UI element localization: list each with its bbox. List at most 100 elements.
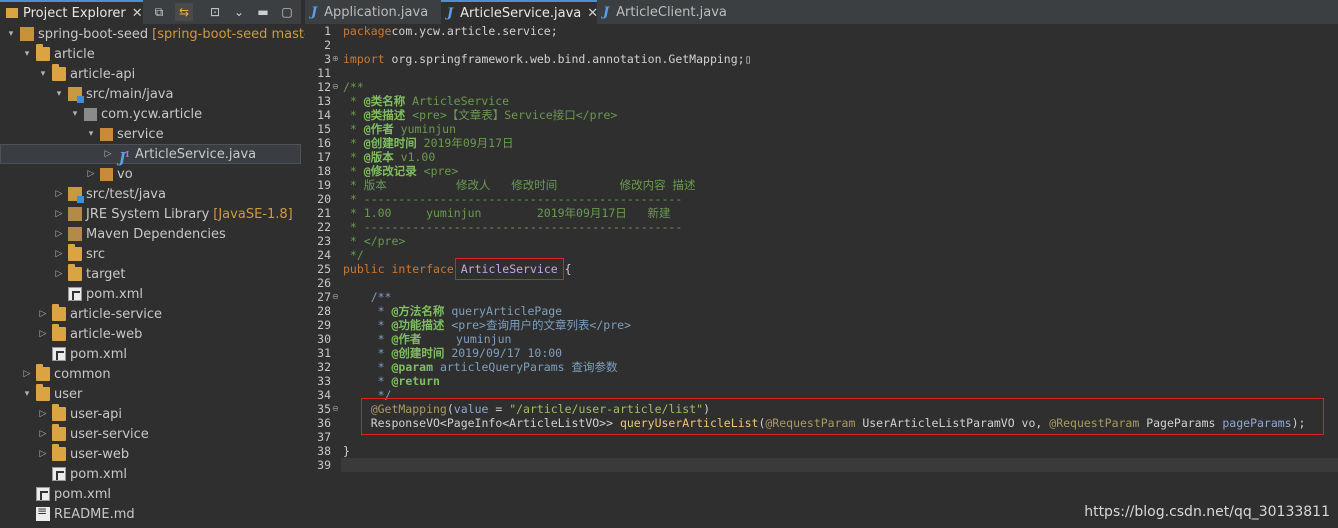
close-icon[interactable]: ✕ bbox=[132, 6, 143, 21]
folder-icon bbox=[52, 64, 66, 81]
tree-item-label: article-web bbox=[70, 326, 143, 342]
code-token: articleQueryParams 查询参数 bbox=[433, 360, 618, 374]
collapse-fold-icon[interactable]: ⊖ bbox=[332, 290, 339, 304]
code-line: * 1.00 yuminjun 2019年09月17日 新建 bbox=[343, 206, 671, 220]
line-number-ruler: 1 2 3 ⊕ 11 12 ⊖ 13 14 15 16 17 18 19 20 21 22 23 24 25 26 27 ⊖… bbox=[305, 24, 340, 528]
tree-item-label: article-api bbox=[70, 66, 136, 82]
tree-item[interactable]: ▷ src bbox=[0, 244, 301, 264]
project-explorer-tab[interactable]: Project Explorer ✕ bbox=[0, 0, 143, 24]
tree-item[interactable]: ▾ article bbox=[0, 44, 301, 64]
tree-item[interactable]: ▾ spring-boot-seed [spring-boot-seed maste… bbox=[0, 24, 323, 44]
tree-item[interactable]: ▷ Maven Dependencies bbox=[0, 224, 301, 244]
editor-tabbar: J Application.java J ArticleService.java ✕ J A… bbox=[305, 0, 1338, 24]
collapsed-arrow-icon[interactable]: ▷ bbox=[36, 329, 50, 339]
tree-item[interactable]: pom.xml bbox=[0, 484, 301, 504]
code-editor: J Application.java J ArticleService.java ✕ J A… bbox=[305, 0, 1338, 528]
tree-item[interactable]: ▷ user-web bbox=[0, 444, 301, 464]
code-line: * @版本 v1.00 bbox=[343, 150, 435, 164]
tree-item-label: JRE System Library bbox=[86, 206, 210, 222]
tree-item-label: pom.xml bbox=[54, 486, 111, 502]
editor-tab[interactable]: J Application.java bbox=[305, 0, 441, 24]
collapsed-arrow-icon[interactable]: ▷ bbox=[84, 169, 98, 179]
line-number: 29 bbox=[317, 318, 331, 332]
tree-item[interactable]: ▾ article-api bbox=[0, 64, 301, 84]
line-number: 36 bbox=[317, 416, 331, 430]
tree-item-decoration: [spring-boot-seed master] bbox=[152, 26, 323, 42]
expanded-arrow-icon[interactable]: ▾ bbox=[20, 49, 34, 59]
line-number: 2 bbox=[324, 38, 331, 52]
editor-tab[interactable]: J ArticleService.java ✕ bbox=[441, 0, 598, 24]
tree-item[interactable]: ▾ service bbox=[0, 124, 301, 144]
line-number: 1 bbox=[324, 24, 331, 38]
expand-fold-icon[interactable]: ⊕ bbox=[332, 52, 339, 66]
highlight-box-method bbox=[361, 398, 1324, 435]
link-with-editor-icon[interactable]: ⇆ bbox=[175, 3, 193, 21]
expanded-arrow-icon[interactable]: ▾ bbox=[52, 89, 66, 99]
tree-item[interactable]: ▷ user-api bbox=[0, 404, 301, 424]
collapsed-arrow-icon[interactable]: ▷ bbox=[52, 229, 66, 239]
code-token: @修改记录 bbox=[363, 164, 417, 178]
tree-item[interactable]: README.md bbox=[0, 504, 301, 524]
java-icon: JI bbox=[118, 149, 130, 167]
folder-icon bbox=[36, 44, 50, 61]
view-menu-chevron-down-icon[interactable]: ⌄ bbox=[230, 3, 248, 21]
tree-item[interactable]: pom.xml bbox=[0, 344, 301, 364]
folder-icon bbox=[52, 404, 66, 421]
collapsed-arrow-icon[interactable]: ▷ bbox=[52, 269, 66, 279]
tree-item[interactable]: ▷ article-web bbox=[0, 324, 301, 344]
code-token: * --------------------------------------… bbox=[343, 220, 683, 234]
collapsed-arrow-icon[interactable]: ▷ bbox=[36, 409, 50, 419]
pkg-empty-icon bbox=[84, 107, 97, 121]
collapse-fold-icon[interactable]: ⊖ bbox=[332, 80, 339, 94]
srcf-icon bbox=[68, 87, 84, 103]
line-number: 30 bbox=[317, 332, 331, 346]
collapsed-arrow-icon[interactable]: ▷ bbox=[52, 189, 66, 199]
expanded-arrow-icon[interactable]: ▾ bbox=[84, 129, 98, 139]
collapsed-arrow-icon[interactable]: ▷ bbox=[36, 309, 50, 319]
collapsed-arrow-icon[interactable]: ▷ bbox=[52, 209, 66, 219]
tree-item[interactable]: ▾ com.ycw.article bbox=[0, 104, 301, 124]
code-line: * </pre> bbox=[343, 234, 405, 248]
folder-icon bbox=[68, 264, 82, 281]
code-token: * bbox=[343, 304, 392, 318]
code-line: * --------------------------------------… bbox=[343, 192, 682, 206]
focus-icon[interactable]: ⊡ bbox=[206, 3, 224, 21]
folder-icon bbox=[36, 384, 50, 401]
collapsed-arrow-icon[interactable]: ▷ bbox=[36, 429, 50, 439]
code-token: @版本 bbox=[363, 150, 394, 164]
tree-item[interactable]: ▷ vo bbox=[0, 164, 301, 184]
tree-item[interactable]: ▾ src/main/java bbox=[0, 84, 301, 104]
tree-item[interactable]: pom.xml bbox=[0, 284, 301, 304]
collapse-fold-icon[interactable]: ⊖ bbox=[332, 402, 339, 416]
tree-item-label: pom.xml bbox=[70, 466, 127, 482]
editor-tab[interactable]: J ArticleClient.java bbox=[597, 0, 737, 24]
tree-item[interactable]: ▾ user bbox=[0, 384, 301, 404]
file-icon bbox=[36, 487, 50, 501]
code-token: <pre>【文章表】Service接口</pre> bbox=[405, 108, 618, 122]
tree-item[interactable]: ▷ JI ArticleService.java bbox=[0, 144, 301, 167]
maximize-icon[interactable]: ▢ bbox=[278, 3, 296, 21]
collapsed-arrow-icon[interactable]: ▷ bbox=[52, 249, 66, 259]
tree-item[interactable]: ▷ src/test/java bbox=[0, 184, 301, 204]
line-number: 34 bbox=[317, 388, 331, 402]
collapsed-arrow-icon[interactable]: ▷ bbox=[101, 149, 115, 159]
tree-item[interactable]: ▷ JRE System Library [JavaSE-1.8] bbox=[0, 204, 301, 224]
minimize-icon[interactable]: ▬ bbox=[254, 3, 272, 21]
project-explorer-icon bbox=[6, 8, 18, 18]
tree-item[interactable]: ▷ user-service bbox=[0, 424, 301, 444]
expanded-arrow-icon[interactable]: ▾ bbox=[36, 69, 50, 79]
folder-icon bbox=[52, 324, 66, 341]
code-token: */ bbox=[343, 248, 364, 262]
tree-item[interactable]: pom.xml bbox=[0, 464, 301, 484]
code-token: * bbox=[343, 360, 392, 374]
collapse-all-icon[interactable]: ⧉ bbox=[150, 3, 168, 21]
tree-item[interactable]: ▷ target bbox=[0, 264, 301, 284]
collapsed-arrow-icon[interactable]: ▷ bbox=[36, 449, 50, 459]
collapsed-arrow-icon[interactable]: ▷ bbox=[20, 369, 34, 379]
tree-item[interactable]: ▷ common bbox=[0, 364, 301, 384]
expanded-arrow-icon[interactable]: ▾ bbox=[4, 29, 18, 39]
tree-item[interactable]: ▷ article-service bbox=[0, 304, 301, 324]
expanded-arrow-icon[interactable]: ▾ bbox=[68, 109, 82, 119]
tree-item-label: ArticleService.java bbox=[135, 146, 257, 162]
expanded-arrow-icon[interactable]: ▾ bbox=[20, 389, 34, 399]
